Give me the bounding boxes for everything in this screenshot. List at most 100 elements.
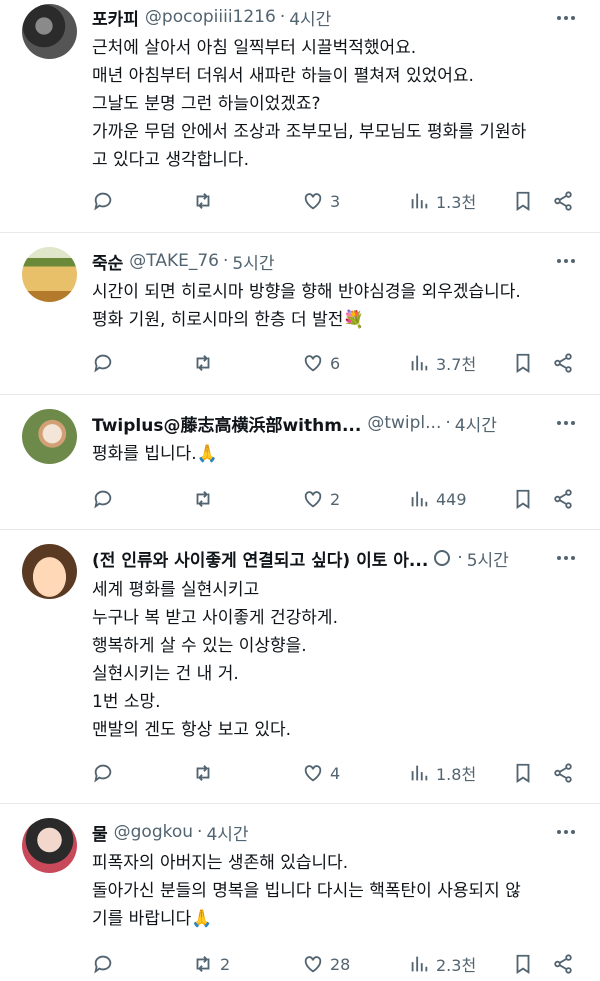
- post[interactable]: (전 인류와 사이좋게 연결되고 싶다) 이토 아... · 5시간 세계 평화…: [0, 530, 600, 804]
- post-header: (전 인류와 사이좋게 연결되고 싶다) 이토 아... · 5시간: [92, 544, 552, 572]
- retweet-count: 2: [220, 954, 231, 974]
- display-name[interactable]: (전 인류와 사이좋게 연결되고 싶다) 이토 아...: [92, 546, 428, 571]
- views-count: 3.7천: [436, 355, 477, 374]
- share-button[interactable]: [552, 758, 574, 788]
- post-time[interactable]: 5시간: [232, 249, 274, 274]
- views-button[interactable]: 3.7천: [408, 348, 476, 378]
- like-button[interactable]: 4: [302, 758, 340, 788]
- reply-icon: [94, 764, 112, 783]
- retweet-icon: [196, 765, 210, 781]
- share-icon: [554, 353, 572, 373]
- heart-icon: [304, 193, 322, 210]
- like-count: 28: [330, 954, 351, 974]
- like-button[interactable]: 3: [302, 186, 340, 216]
- post-time[interactable]: 4시간: [455, 411, 497, 436]
- post-text-line: 행복하게 살 수 있는 이상향을.: [92, 636, 307, 656]
- views-icon: [411, 355, 428, 371]
- display-name[interactable]: 포카피: [92, 5, 139, 30]
- action-bar: 6 3.7천: [92, 348, 582, 378]
- retweet-button[interactable]: [192, 484, 220, 514]
- reply-button[interactable]: [92, 348, 120, 378]
- more-icon[interactable]: [554, 249, 578, 273]
- bookmark-button[interactable]: [512, 949, 534, 979]
- post-time[interactable]: 5시간: [467, 546, 509, 571]
- bookmark-button[interactable]: [512, 484, 534, 514]
- post-header: 물 @gogkou · 4시간: [92, 818, 552, 846]
- views-count: 2.3천: [436, 956, 477, 975]
- like-button[interactable]: 6: [302, 348, 340, 378]
- share-button[interactable]: [552, 186, 574, 216]
- post-text-line: 시간이 되면 히로시마 방향을 향해 반야심경을 외우겠습니다.: [92, 282, 521, 302]
- views-button[interactable]: 1.3천: [408, 186, 476, 216]
- like-button[interactable]: 2: [302, 484, 340, 514]
- post-time[interactable]: 4시간: [206, 820, 248, 845]
- avatar[interactable]: [22, 247, 77, 302]
- post[interactable]: 죽순 @TAKE_76 · 5시간 시간이 되면 히로시마 방향을 향해 반야심…: [0, 233, 600, 395]
- user-handle[interactable]: @twipl...: [367, 413, 441, 433]
- post[interactable]: 포카피 @pocopiiii1216 · 4시간 근처에 살아서 아침 일찍부터…: [0, 0, 600, 233]
- views-button[interactable]: 1.8천: [408, 758, 476, 788]
- user-handle[interactable]: @pocopiiii1216: [145, 7, 276, 27]
- share-button[interactable]: [552, 949, 574, 979]
- post-header: Twiplus@藤志高横浜部withm... @twipl... · 4시간: [92, 409, 552, 437]
- share-button[interactable]: [552, 348, 574, 378]
- display-name[interactable]: Twiplus@藤志高横浜部withm...: [92, 411, 361, 436]
- reply-button[interactable]: [92, 758, 120, 788]
- more-icon[interactable]: [554, 546, 578, 570]
- reply-button[interactable]: [92, 949, 120, 979]
- post-text-line: 평화를 빕니다.🙏: [92, 444, 218, 464]
- views-button[interactable]: 449: [408, 484, 467, 514]
- bookmark-icon: [516, 353, 530, 373]
- avatar[interactable]: [22, 818, 77, 873]
- reply-icon: [94, 490, 112, 509]
- retweet-button[interactable]: 2: [192, 949, 230, 979]
- user-handle[interactable]: @TAKE_76: [129, 251, 219, 271]
- retweet-button[interactable]: [192, 758, 220, 788]
- like-button[interactable]: 28: [302, 949, 350, 979]
- views-button[interactable]: 2.3천: [408, 949, 476, 979]
- heart-icon: [304, 765, 322, 782]
- more-icon[interactable]: [554, 820, 578, 844]
- action-bar: 3 1.3천: [92, 186, 582, 216]
- bookmark-icon: [516, 763, 530, 783]
- post-text-line: 세계 평화를 실현시키고: [92, 580, 260, 600]
- post-time[interactable]: 4시간: [289, 5, 331, 30]
- user-handle[interactable]: @gogkou: [114, 822, 193, 842]
- views-icon: [411, 765, 428, 781]
- post-header: 죽순 @TAKE_76 · 5시간: [92, 247, 552, 275]
- post-text-line: 실현시키는 건 내 거.: [92, 664, 239, 684]
- display-name[interactable]: 물: [92, 820, 108, 845]
- display-name[interactable]: 죽순: [92, 249, 123, 274]
- separator-dot: ·: [279, 7, 286, 27]
- reply-icon: [94, 354, 112, 373]
- reply-icon: [94, 192, 112, 211]
- bookmark-button[interactable]: [512, 186, 534, 216]
- post-text-line: 그날도 분명 그런 하늘이었겠죠?: [92, 94, 321, 114]
- views-icon: [411, 491, 428, 507]
- post[interactable]: Twiplus@藤志高横浜部withm... @twipl... · 4시간 평…: [0, 395, 600, 530]
- avatar[interactable]: [22, 409, 77, 464]
- more-icon[interactable]: [554, 411, 578, 435]
- share-button[interactable]: [552, 484, 574, 514]
- post-text-line: 가까운 무덤 안에서 조상과 조부모님, 부모님도 평화를 기원하: [92, 122, 527, 142]
- retweet-icon: [196, 956, 210, 972]
- bookmark-button[interactable]: [512, 758, 534, 788]
- retweet-button[interactable]: [192, 348, 220, 378]
- post-text-line: 근처에 살아서 아침 일찍부터 시끌벅적했어요.: [92, 38, 417, 58]
- share-icon: [554, 763, 572, 783]
- avatar[interactable]: [22, 4, 77, 59]
- like-count: 4: [330, 763, 341, 783]
- post[interactable]: 물 @gogkou · 4시간 피폭자의 아버지는 생존해 있습니다. 돌아가신…: [0, 804, 600, 981]
- views-icon: [411, 193, 428, 209]
- retweet-button[interactable]: [192, 186, 220, 216]
- separator-dot: ·: [457, 548, 463, 568]
- avatar[interactable]: [22, 544, 77, 599]
- reply-button[interactable]: [92, 186, 120, 216]
- reply-icon: [94, 955, 112, 974]
- more-icon[interactable]: [554, 6, 578, 30]
- separator-dot: ·: [445, 413, 451, 433]
- reply-button[interactable]: [92, 484, 120, 514]
- post-text-line: 1번 소망.: [92, 692, 161, 712]
- views-count: 1.8천: [436, 765, 477, 784]
- bookmark-button[interactable]: [512, 348, 534, 378]
